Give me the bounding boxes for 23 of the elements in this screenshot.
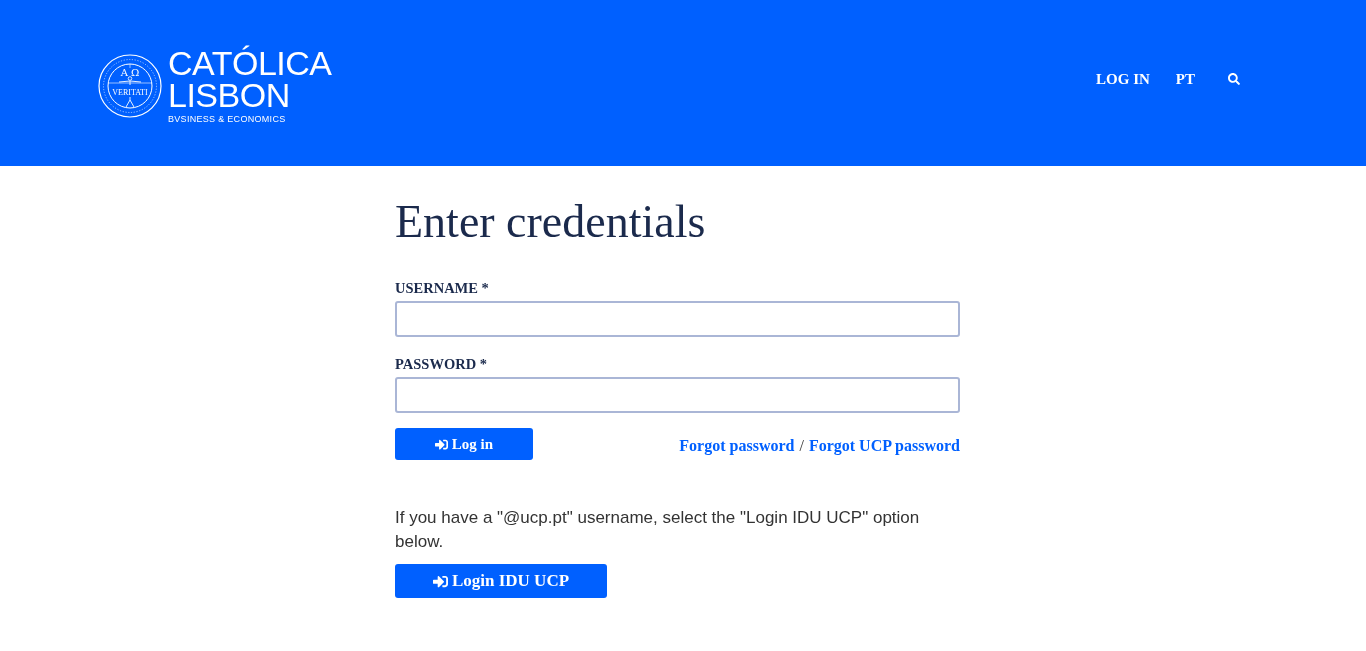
emblem-icon bbox=[98, 54, 162, 118]
logo-wordmark: LISBON bbox=[168, 79, 290, 111]
info-text: If you have a "@ucp.pt" username, select the "Login IDU UCP" option below. bbox=[395, 507, 921, 553]
seal-motto: VERITATI bbox=[112, 87, 148, 97]
field-label: PASSWORD * bbox=[395, 355, 487, 373]
logo-tagline: BVSINESS & ECONOMICS bbox=[168, 114, 286, 125]
nav-link[interactable]: PT bbox=[1175, 70, 1195, 88]
search-icon bbox=[1228, 73, 1240, 85]
link-separator: / bbox=[799, 436, 804, 456]
sign-in-icon bbox=[432, 573, 448, 589]
login-button[interactable]: Log in bbox=[395, 428, 533, 460]
input-field[interactable] bbox=[395, 301, 960, 337]
forgot-password-link[interactable]: Forgot UCP password bbox=[808, 434, 960, 458]
forgot-password-link[interactable]: Forgot password bbox=[679, 434, 795, 458]
sign-in-icon bbox=[434, 437, 448, 451]
input-field[interactable] bbox=[395, 377, 960, 413]
logo-wordmark: CATÓLICA bbox=[168, 47, 332, 79]
nav-link[interactable]: LOG IN bbox=[1096, 70, 1150, 88]
search-button[interactable] bbox=[1227, 72, 1241, 86]
seal-letters: A Ω bbox=[120, 67, 140, 78]
field-label: USERNAME * bbox=[395, 279, 489, 297]
page-title: Enter credentials bbox=[395, 196, 706, 248]
login-idu-button[interactable]: Login IDU UCP bbox=[395, 564, 607, 598]
